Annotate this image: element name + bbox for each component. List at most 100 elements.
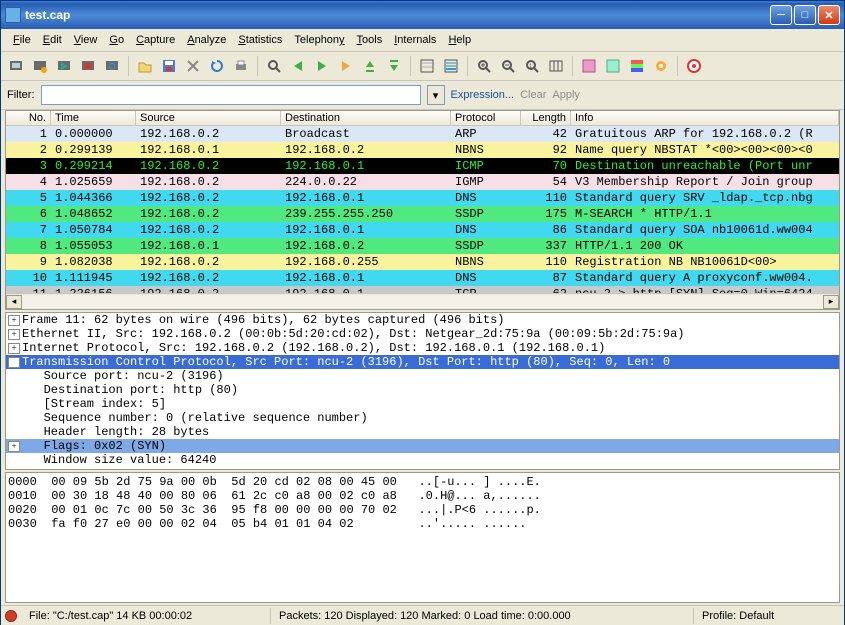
- scroll-right-button[interactable]: ▸: [823, 295, 839, 309]
- table-row[interactable]: 10.000000192.168.0.2BroadcastARP42Gratui…: [6, 126, 839, 142]
- table-row[interactable]: 30.299214192.168.0.2192.168.0.1ICMP70Des…: [6, 158, 839, 174]
- toolbar: 1: [1, 52, 844, 81]
- filter-dropdown-button[interactable]: ▾: [427, 85, 445, 105]
- menu-help[interactable]: Help: [442, 32, 477, 48]
- menu-telephony[interactable]: Telephony: [288, 32, 350, 48]
- close-button[interactable]: ✕: [818, 5, 840, 25]
- packet-bytes-pane[interactable]: 0000 00 09 5b 2d 75 9a 00 0b 5d 20 cd 02…: [5, 472, 840, 603]
- detail-row[interactable]: +Ethernet II, Src: 192.168.0.2 (00:0b:5d…: [6, 327, 839, 341]
- resize-columns-button[interactable]: [545, 55, 567, 77]
- table-row[interactable]: 51.044366192.168.0.2192.168.0.1DNS110Sta…: [6, 190, 839, 206]
- packet-details-pane[interactable]: +Frame 11: 62 bytes on wire (496 bits), …: [5, 312, 840, 470]
- detail-row[interactable]: Window size value: 64240: [6, 453, 839, 467]
- interfaces-button[interactable]: [5, 55, 27, 77]
- detail-row[interactable]: +Internet Protocol, Src: 192.168.0.2 (19…: [6, 341, 839, 355]
- menu-bar: File Edit View Go Capture Analyze Statis…: [1, 29, 844, 52]
- zoom-out-button[interactable]: [497, 55, 519, 77]
- status-bar: File: "C:/test.cap" 14 KB 00:00:02 Packe…: [1, 605, 844, 625]
- status-profile[interactable]: Profile: Default: [694, 608, 844, 624]
- menu-internals[interactable]: Internals: [388, 32, 442, 48]
- save-button[interactable]: [158, 55, 180, 77]
- separator: [128, 56, 129, 76]
- col-header-info[interactable]: Info: [571, 111, 839, 125]
- menu-statistics[interactable]: Statistics: [232, 32, 288, 48]
- go-to-packet-button[interactable]: [335, 55, 357, 77]
- hex-row[interactable]: 0010 00 30 18 48 40 00 80 06 61 2c c0 a8…: [8, 489, 837, 503]
- menu-tools[interactable]: Tools: [351, 32, 389, 48]
- options-button[interactable]: [29, 55, 51, 77]
- detail-row[interactable]: Sequence number: 0 (relative sequence nu…: [6, 411, 839, 425]
- menu-edit[interactable]: Edit: [37, 32, 68, 48]
- detail-row[interactable]: [Stream index: 5]: [6, 397, 839, 411]
- go-back-button[interactable]: [287, 55, 309, 77]
- print-button[interactable]: [230, 55, 252, 77]
- filter-label: Filter:: [7, 89, 35, 101]
- zoom-in-button[interactable]: [473, 55, 495, 77]
- table-row[interactable]: 20.299139192.168.0.1192.168.0.2NBNS92Nam…: [6, 142, 839, 158]
- clear-button[interactable]: Clear: [520, 89, 546, 101]
- table-row[interactable]: 81.055053192.168.0.1192.168.0.2SSDP337HT…: [6, 238, 839, 254]
- window-titlebar: test.cap ─ □ ✕: [1, 1, 844, 29]
- go-first-button[interactable]: [359, 55, 381, 77]
- coloring-rules-button[interactable]: [626, 55, 648, 77]
- start-capture-button[interactable]: [53, 55, 75, 77]
- separator: [410, 56, 411, 76]
- horizontal-scrollbar[interactable]: ◂ ▸: [6, 293, 839, 309]
- scroll-left-button[interactable]: ◂: [6, 295, 22, 309]
- scroll-track[interactable]: [22, 295, 823, 309]
- detail-row[interactable]: + Flags: 0x02 (SYN): [6, 439, 839, 453]
- stop-capture-button[interactable]: [77, 55, 99, 77]
- close-file-button[interactable]: [182, 55, 204, 77]
- colorize-button[interactable]: [416, 55, 438, 77]
- menu-analyze[interactable]: Analyze: [181, 32, 232, 48]
- hex-row[interactable]: 0030 fa f0 27 e0 00 00 02 04 05 b4 01 01…: [8, 517, 837, 531]
- separator: [467, 56, 468, 76]
- table-row[interactable]: 61.048652192.168.0.2239.255.255.250SSDP1…: [6, 206, 839, 222]
- help-button[interactable]: [683, 55, 705, 77]
- menu-file[interactable]: File: [7, 32, 37, 48]
- col-header-protocol[interactable]: Protocol: [451, 111, 521, 125]
- go-last-button[interactable]: [383, 55, 405, 77]
- status-file: File: "C:/test.cap" 14 KB 00:00:02: [21, 608, 271, 624]
- hex-row[interactable]: 0020 00 01 0c 7c 00 50 3c 36 95 f8 00 00…: [8, 503, 837, 517]
- expression-button[interactable]: Expression...: [451, 89, 515, 101]
- table-row[interactable]: 101.111945192.168.0.2192.168.0.1DNS87Sta…: [6, 270, 839, 286]
- maximize-button[interactable]: □: [794, 5, 816, 25]
- packet-list-header: No. Time Source Destination Protocol Len…: [6, 111, 839, 126]
- zoom-100-button[interactable]: 1: [521, 55, 543, 77]
- detail-row[interactable]: Source port: ncu-2 (3196): [6, 369, 839, 383]
- menu-capture[interactable]: Capture: [130, 32, 181, 48]
- detail-row[interactable]: Destination port: http (80): [6, 383, 839, 397]
- expert-info-button[interactable]: [5, 610, 17, 622]
- display-filters-button[interactable]: [602, 55, 624, 77]
- menu-view[interactable]: View: [68, 32, 104, 48]
- detail-row[interactable]: Header length: 28 bytes: [6, 425, 839, 439]
- filter-input[interactable]: [41, 85, 421, 105]
- separator: [257, 56, 258, 76]
- minimize-button[interactable]: ─: [770, 5, 792, 25]
- hex-row[interactable]: 0000 00 09 5b 2d 75 9a 00 0b 5d 20 cd 02…: [8, 475, 837, 489]
- auto-scroll-button[interactable]: [440, 55, 462, 77]
- col-header-time[interactable]: Time: [51, 111, 136, 125]
- col-header-no[interactable]: No.: [6, 111, 51, 125]
- preferences-button[interactable]: [650, 55, 672, 77]
- capture-filters-button[interactable]: [578, 55, 600, 77]
- col-header-length[interactable]: Length: [521, 111, 571, 125]
- detail-row[interactable]: -Transmission Control Protocol, Src Port…: [6, 355, 839, 369]
- table-row[interactable]: 91.082038192.168.0.2192.168.0.255NBNS110…: [6, 254, 839, 270]
- table-row[interactable]: 41.025659192.168.0.2224.0.0.22IGMP54V3 M…: [6, 174, 839, 190]
- col-header-destination[interactable]: Destination: [281, 111, 451, 125]
- detail-row[interactable]: +Frame 11: 62 bytes on wire (496 bits), …: [6, 313, 839, 327]
- col-header-source[interactable]: Source: [136, 111, 281, 125]
- table-row[interactable]: 111.226156192.168.0.2192.168.0.1TCP62ncu…: [6, 286, 839, 293]
- open-button[interactable]: [134, 55, 156, 77]
- filter-bar: Filter: ▾ Expression... Clear Apply: [1, 81, 844, 110]
- restart-capture-button[interactable]: [101, 55, 123, 77]
- table-row[interactable]: 71.050784192.168.0.2192.168.0.1DNS86Stan…: [6, 222, 839, 238]
- apply-button[interactable]: Apply: [552, 89, 580, 101]
- go-forward-button[interactable]: [311, 55, 333, 77]
- packet-list-body[interactable]: 10.000000192.168.0.2BroadcastARP42Gratui…: [6, 126, 839, 293]
- menu-go[interactable]: Go: [103, 32, 130, 48]
- reload-button[interactable]: [206, 55, 228, 77]
- find-button[interactable]: [263, 55, 285, 77]
